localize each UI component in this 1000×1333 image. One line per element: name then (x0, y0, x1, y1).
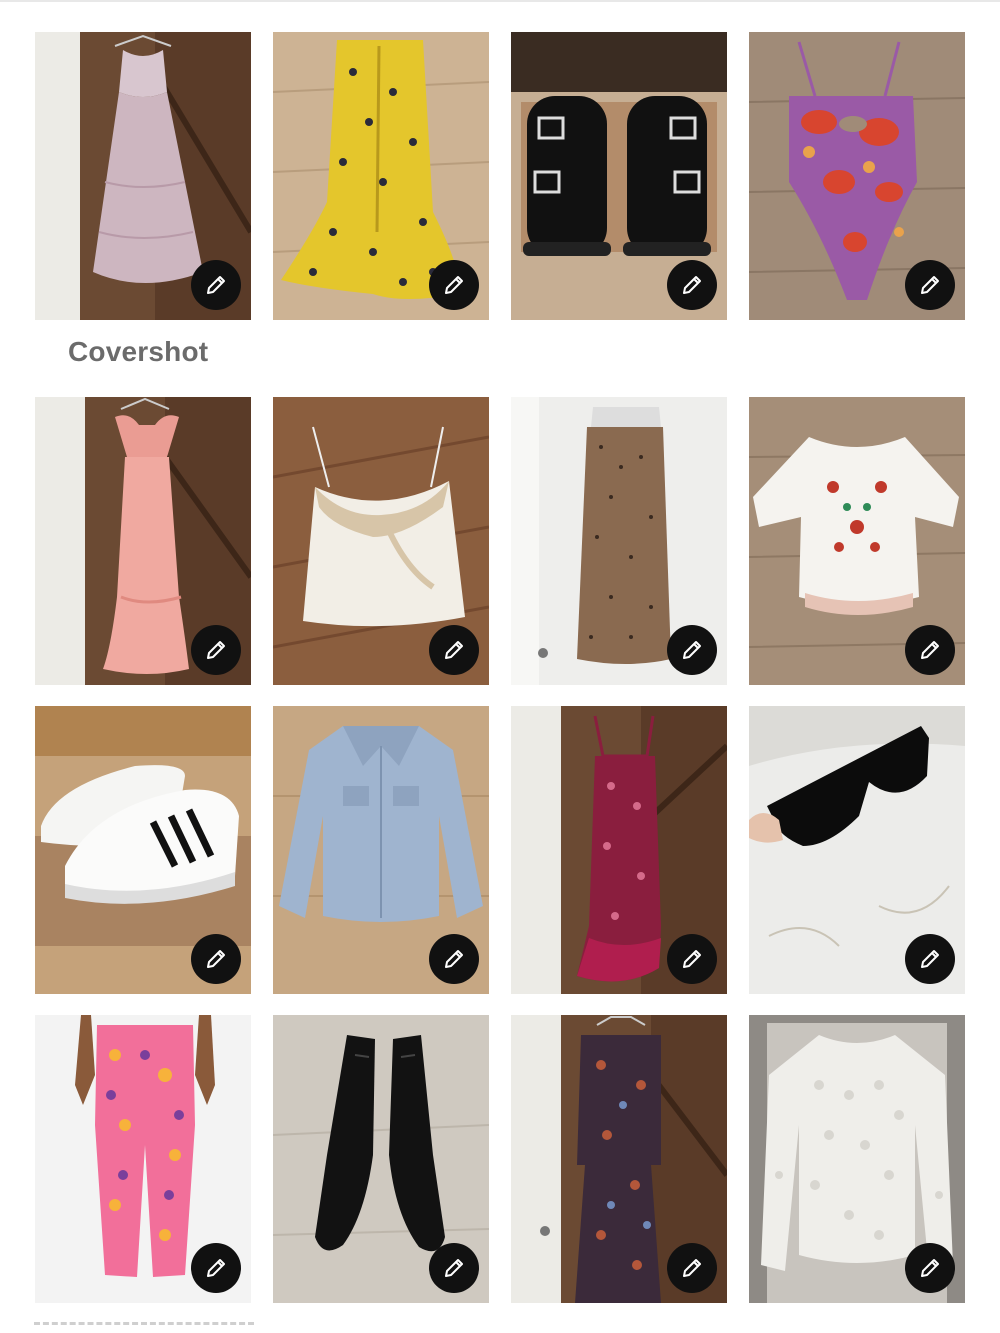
top-divider (0, 0, 1000, 2)
listing-photo-14[interactable] (273, 1015, 489, 1303)
pencil-icon (445, 950, 463, 968)
pencil-icon (683, 1259, 701, 1277)
edit-button[interactable] (667, 625, 717, 675)
listing-photo-10[interactable] (273, 706, 489, 994)
edit-button[interactable] (905, 1243, 955, 1293)
edit-button[interactable] (667, 260, 717, 310)
edit-button[interactable] (191, 934, 241, 984)
listing-photo-4[interactable] (749, 32, 965, 320)
edit-button[interactable] (191, 1243, 241, 1293)
edit-button[interactable] (191, 625, 241, 675)
edit-button[interactable] (905, 625, 955, 675)
listing-photo-12[interactable] (749, 706, 965, 994)
edit-button[interactable] (191, 260, 241, 310)
pencil-icon (207, 950, 225, 968)
listing-photo-16[interactable] (749, 1015, 965, 1303)
bottom-divider (34, 1322, 254, 1325)
pencil-icon (683, 276, 701, 294)
listing-photo-9[interactable] (35, 706, 251, 994)
listing-photo-6[interactable] (273, 397, 489, 685)
listing-photo-5[interactable] (35, 397, 251, 685)
pencil-icon (207, 1259, 225, 1277)
pencil-icon (445, 641, 463, 659)
listing-photo-3[interactable] (511, 32, 727, 320)
pencil-icon (921, 1259, 939, 1277)
edit-button[interactable] (905, 934, 955, 984)
pencil-icon (683, 950, 701, 968)
edit-button[interactable] (429, 625, 479, 675)
pencil-icon (445, 276, 463, 294)
edit-button[interactable] (429, 260, 479, 310)
listing-photo-7[interactable] (511, 397, 727, 685)
edit-button[interactable] (667, 934, 717, 984)
pencil-icon (921, 641, 939, 659)
edit-button[interactable] (667, 1243, 717, 1293)
pencil-icon (445, 1259, 463, 1277)
listing-photo-1[interactable] (35, 32, 251, 320)
edit-button[interactable] (429, 934, 479, 984)
pencil-icon (921, 950, 939, 968)
listing-photo-15[interactable] (511, 1015, 727, 1303)
listing-photo-13[interactable] (35, 1015, 251, 1303)
listing-photo-2[interactable] (273, 32, 489, 320)
listing-photo-8[interactable] (749, 397, 965, 685)
edit-button[interactable] (429, 1243, 479, 1293)
pencil-icon (683, 641, 701, 659)
covershot-label: Covershot (68, 336, 209, 367)
listing-photo-11[interactable] (511, 706, 727, 994)
pencil-icon (207, 641, 225, 659)
pencil-icon (921, 276, 939, 294)
pencil-icon (207, 276, 225, 294)
edit-button[interactable] (905, 260, 955, 310)
